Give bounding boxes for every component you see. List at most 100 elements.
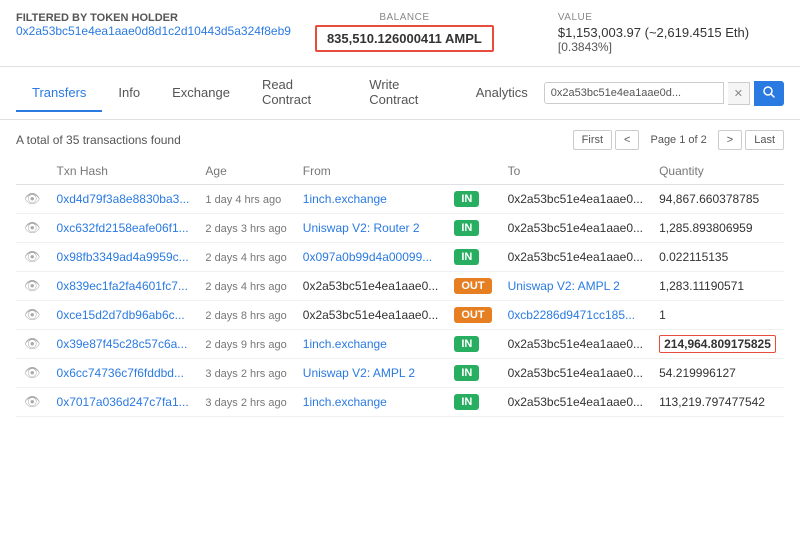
eye-icon[interactable]: 👁 <box>24 394 41 409</box>
table-row: 👁 0xc632fd2158eafe06f1... 2 days 3 hrs ago… <box>16 214 784 243</box>
direction-badge: IN <box>454 191 479 207</box>
next-page-button[interactable]: > <box>718 130 742 150</box>
to-address: 0x2a53bc51e4ea1aae0... <box>508 221 643 235</box>
quantity-value: 113,219.797477542 <box>659 395 765 409</box>
txn-hash-link[interactable]: 0x839ec1fa2fa4601fc7... <box>57 279 188 293</box>
total-transactions-label: A total of 35 transactions found <box>16 133 181 147</box>
txn-hash-link[interactable]: 0x6cc74736c7f6fddbd... <box>57 366 184 380</box>
txn-hash-link[interactable]: 0x39e87f45c28c57c6a... <box>57 337 188 351</box>
eye-icon[interactable]: 👁 <box>24 191 41 206</box>
eye-icon[interactable]: 👁 <box>24 307 41 322</box>
table-summary-row: A total of 35 transactions found First <… <box>16 130 784 150</box>
age-text: 2 days 4 hrs ago <box>205 252 286 264</box>
txn-hash-link[interactable]: 0xc632fd2158eafe06f1... <box>57 221 189 235</box>
direction-badge: OUT <box>454 278 491 294</box>
balance-section: BALANCE 835,510.126000411 AMPL <box>315 12 494 52</box>
filter-clear-button[interactable]: ✕ <box>728 82 750 105</box>
tab-exchange[interactable]: Exchange <box>156 75 246 112</box>
from-link[interactable]: 0x097a0b99d4a00099... <box>303 250 432 264</box>
quantity-highlighted: 214,964.809175825 <box>659 335 776 353</box>
search-icon <box>763 86 775 98</box>
table-header-row: Txn Hash Age From To Quantity <box>16 158 784 185</box>
age-text: 1 day 4 hrs ago <box>205 194 281 206</box>
from-link[interactable]: 1inch.exchange <box>303 192 387 206</box>
table-row: 👁 0x6cc74736c7f6fddbd... 3 days 2 hrs ago U… <box>16 359 784 388</box>
age-text: 3 days 2 hrs ago <box>205 397 286 409</box>
from-link[interactable]: 1inch.exchange <box>303 337 387 351</box>
age-text: 2 days 3 hrs ago <box>205 223 286 235</box>
txn-hash-link[interactable]: 0xd4d79f3a8e8830ba3... <box>57 192 190 206</box>
balance-label: BALANCE <box>379 12 429 23</box>
tab-read-contract[interactable]: Read Contract <box>246 67 353 119</box>
col-quantity: Quantity <box>651 158 784 185</box>
txn-hash-link[interactable]: 0x98fb3349ad4a9959c... <box>57 250 189 264</box>
eye-icon[interactable]: 👁 <box>24 278 41 293</box>
eye-icon[interactable]: 👁 <box>24 365 41 380</box>
tab-info[interactable]: Info <box>102 75 156 112</box>
txn-hash-link[interactable]: 0x7017a036d247c7fa1... <box>57 395 189 409</box>
address-filter: ✕ <box>544 81 784 106</box>
col-txn-hash: Txn Hash <box>49 158 198 185</box>
to-link[interactable]: 0xcb2286d9471cc185... <box>508 308 635 322</box>
to-link[interactable]: Uniswap V2: AMPL 2 <box>508 279 620 293</box>
from-link[interactable]: Uniswap V2: AMPL 2 <box>303 366 415 380</box>
table-row: 👁 0x98fb3349ad4a9959c... 2 days 4 hrs ago 0… <box>16 243 784 272</box>
pagination-controls: First < Page 1 of 2 > Last <box>573 130 784 150</box>
tab-bar: Transfers Info Exchange Read Contract Wr… <box>0 67 800 120</box>
tab-analytics[interactable]: Analytics <box>460 75 544 112</box>
table-row: 👁 0xce15d2d7db96ab6c... 2 days 8 hrs ago 0x… <box>16 301 784 330</box>
age-text: 2 days 8 hrs ago <box>205 310 286 322</box>
eye-icon[interactable]: 👁 <box>24 220 41 235</box>
page-info: Page 1 of 2 <box>642 131 714 149</box>
quantity-value: 1,283.11190571 <box>659 279 744 293</box>
direction-badge: IN <box>454 394 479 410</box>
filter-info: FILTERED BY TOKEN HOLDER 0x2a53bc51e4ea1… <box>16 12 291 38</box>
to-address: 0x2a53bc51e4ea1aae0... <box>508 337 643 351</box>
balance-value: 835,510.126000411 AMPL <box>315 25 494 52</box>
to-address: 0x2a53bc51e4ea1aae0... <box>508 192 643 206</box>
from-link[interactable]: 1inch.exchange <box>303 395 387 409</box>
direction-badge: IN <box>454 365 479 381</box>
transactions-section: A total of 35 transactions found First <… <box>0 120 800 427</box>
filtered-by-label: FILTERED BY TOKEN HOLDER <box>16 12 291 24</box>
direction-badge: OUT <box>454 307 491 323</box>
from-link[interactable]: Uniswap V2: Router 2 <box>303 221 420 235</box>
value-section: VALUE $1,153,003.97 (~2,619.4515 Eth) [0… <box>558 12 749 54</box>
filter-input[interactable] <box>544 82 724 104</box>
txn-hash-link[interactable]: 0xce15d2d7db96ab6c... <box>57 308 185 322</box>
table-row: 👁 0x839ec1fa2fa4601fc7... 2 days 4 hrs ago… <box>16 272 784 301</box>
to-address: 0x2a53bc51e4ea1aae0... <box>508 366 643 380</box>
page-header: FILTERED BY TOKEN HOLDER 0x2a53bc51e4ea1… <box>0 0 800 67</box>
table-row: 👁 0xd4d79f3a8e8830ba3... 1 day 4 hrs ago 1i… <box>16 185 784 214</box>
table-row: 👁 0x7017a036d247c7fa1... 3 days 2 hrs ago 1… <box>16 388 784 417</box>
filter-search-button[interactable] <box>754 81 784 106</box>
value-pct: [0.3843%] <box>558 40 749 54</box>
quantity-value: 0.022115135 <box>659 250 728 264</box>
prev-page-button[interactable]: < <box>615 130 639 150</box>
age-text: 3 days 2 hrs ago <box>205 368 286 380</box>
value-usd: $1,153,003.97 (~2,619.4515 Eth) <box>558 25 749 40</box>
holder-address-link[interactable]: 0x2a53bc51e4ea1aae0d8d1c2d10443d5a324f8e… <box>16 24 291 38</box>
direction-badge: IN <box>454 249 479 265</box>
quantity-value: 1,285.893806959 <box>659 221 752 235</box>
direction-badge: IN <box>454 336 479 352</box>
to-address: 0x2a53bc51e4ea1aae0... <box>508 395 643 409</box>
first-page-button[interactable]: First <box>573 130 612 150</box>
eye-icon[interactable]: 👁 <box>24 336 41 351</box>
quantity-value: 1 <box>659 308 666 322</box>
eye-icon[interactable]: 👁 <box>24 249 41 264</box>
quantity-value: 54.219996127 <box>659 366 736 380</box>
col-eye <box>16 158 49 185</box>
age-text: 2 days 9 hrs ago <box>205 339 286 351</box>
from-address: 0x2a53bc51e4ea1aae0... <box>303 308 438 322</box>
age-text: 2 days 4 hrs ago <box>205 281 286 293</box>
direction-badge: IN <box>454 220 479 236</box>
tab-write-contract[interactable]: Write Contract <box>353 67 459 119</box>
tab-transfers[interactable]: Transfers <box>16 75 102 112</box>
transactions-table: Txn Hash Age From To Quantity 👁 0xd4d79f3… <box>16 158 784 417</box>
to-address: 0x2a53bc51e4ea1aae0... <box>508 250 643 264</box>
from-address: 0x2a53bc51e4ea1aae0... <box>303 279 438 293</box>
last-page-button[interactable]: Last <box>745 130 784 150</box>
table-row: 👁 0x39e87f45c28c57c6a... 2 days 9 hrs ago 1… <box>16 330 784 359</box>
col-from: From <box>295 158 447 185</box>
